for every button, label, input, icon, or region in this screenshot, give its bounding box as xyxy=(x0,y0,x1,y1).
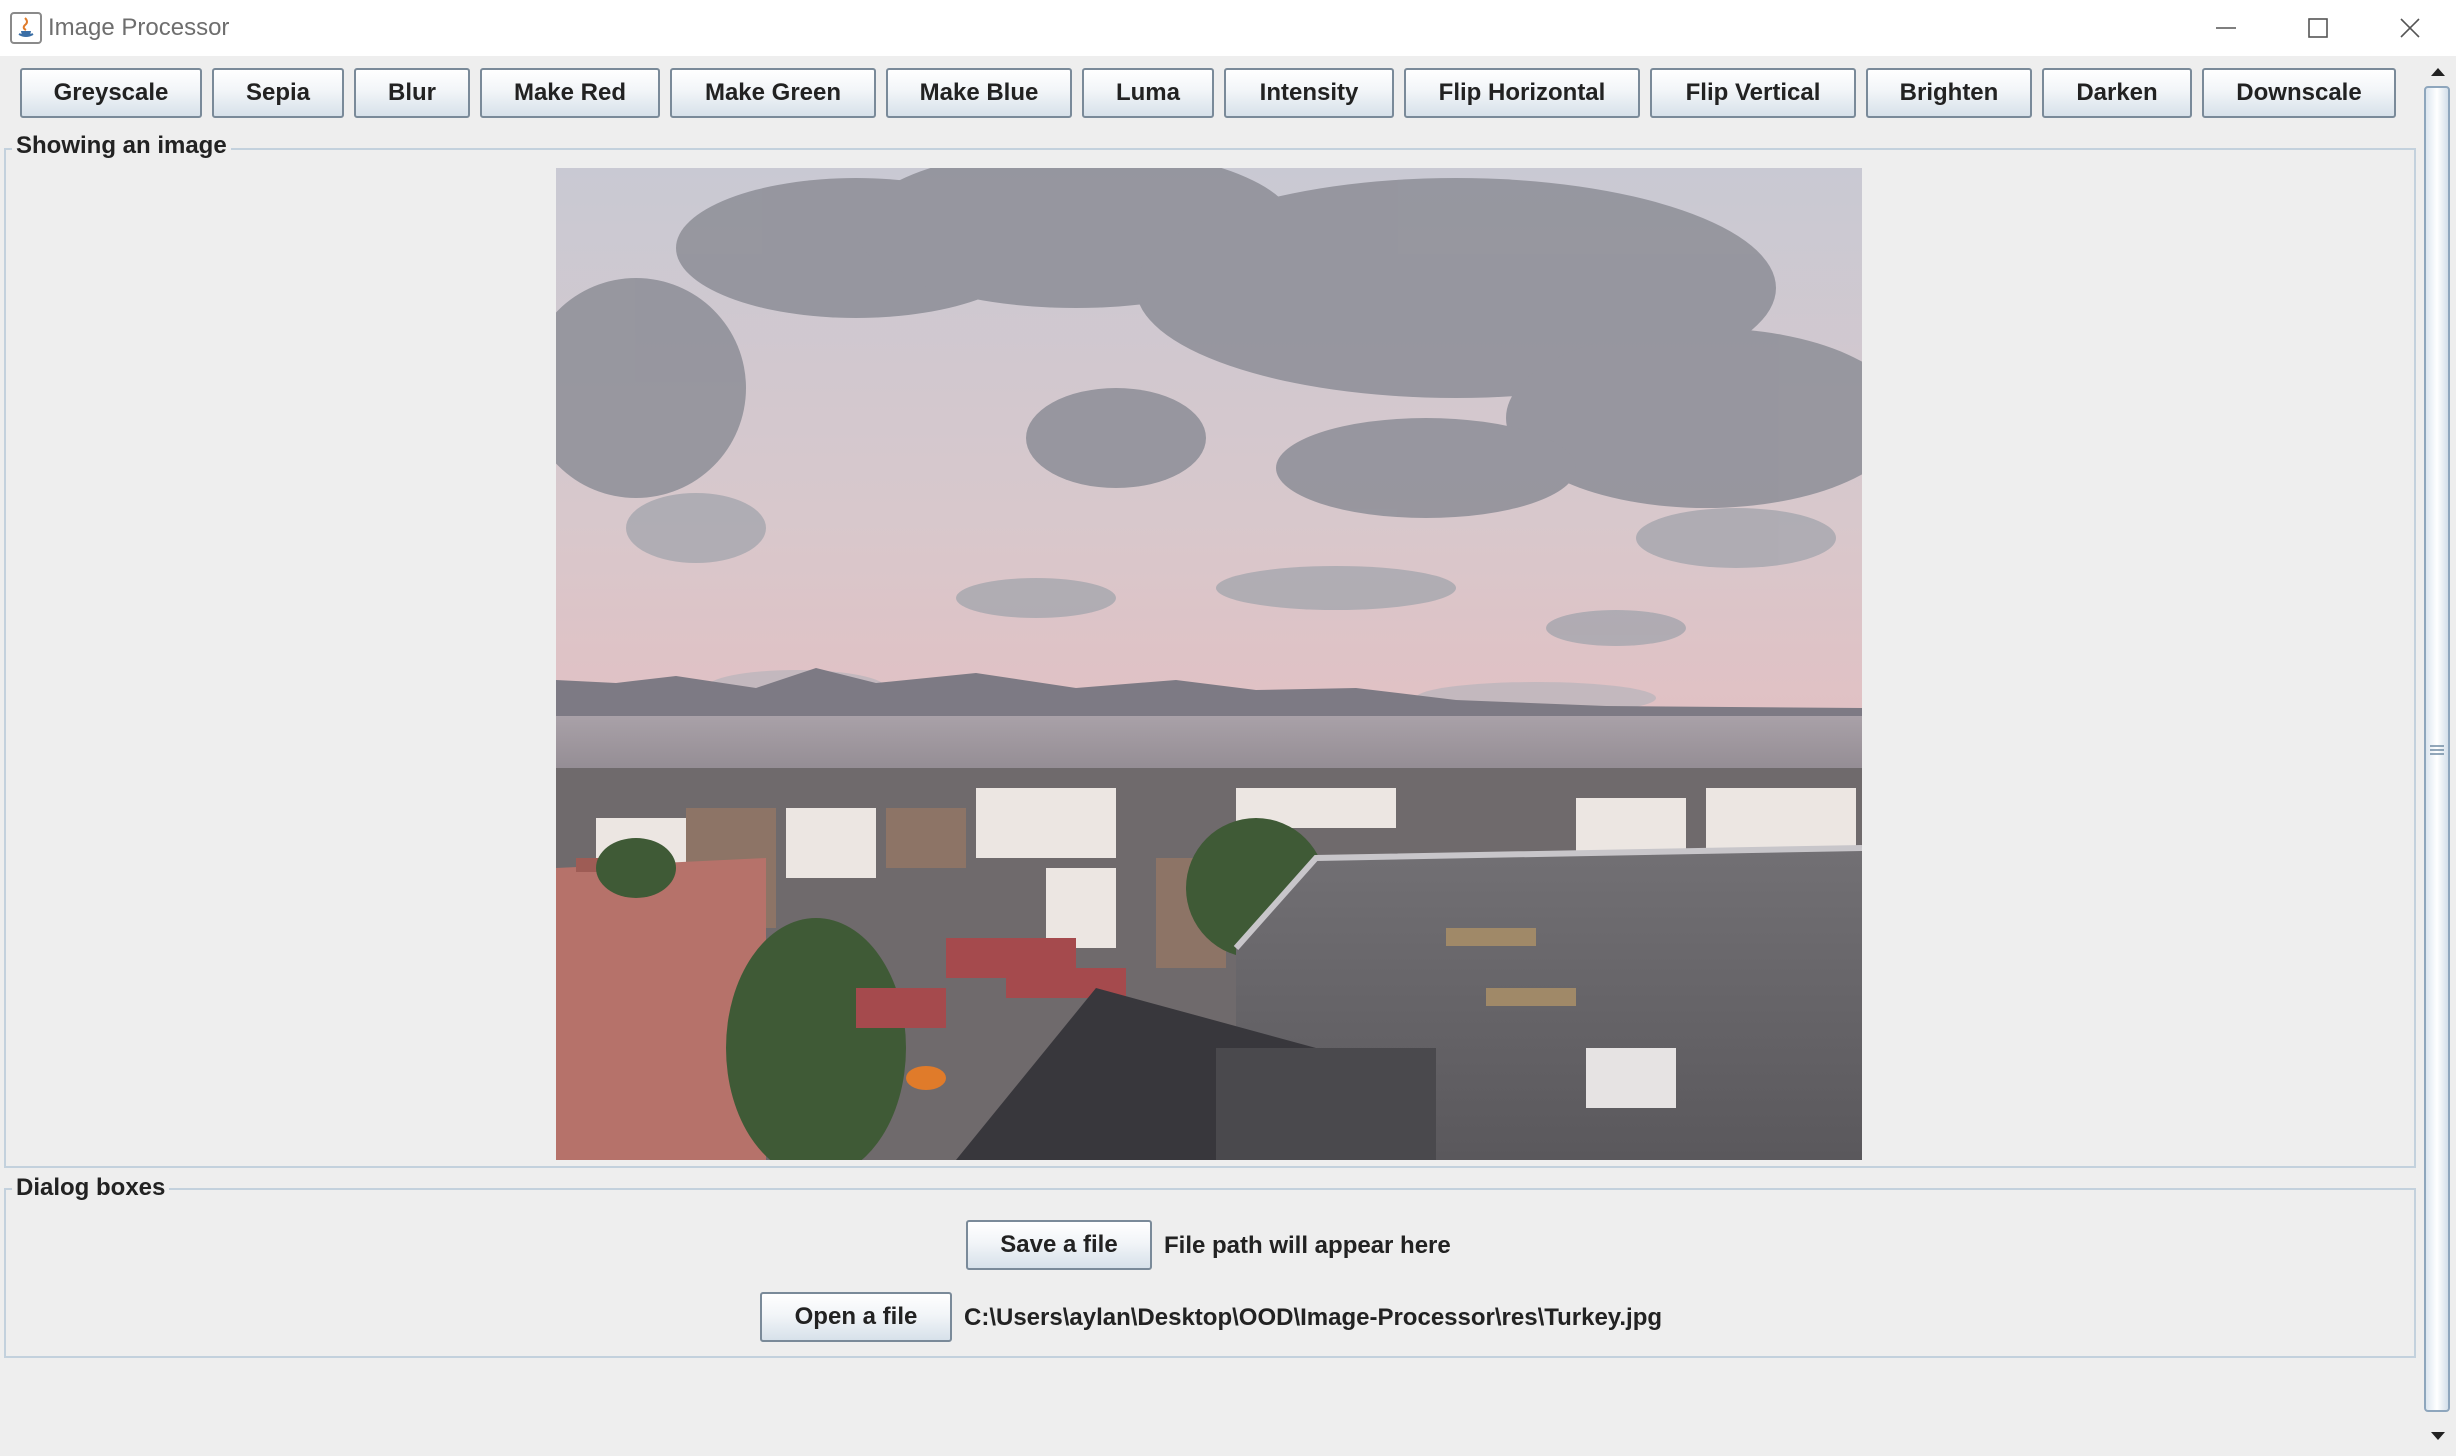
vertical-scrollbar[interactable] xyxy=(2420,56,2456,1456)
save-path-text: File path will appear here xyxy=(1164,1232,1451,1259)
sepia-button[interactable]: Sepia xyxy=(212,68,344,118)
filter-toolbar: Greyscale Sepia Blur Make Red Make Green… xyxy=(0,56,2420,144)
save-file-button[interactable]: Save a file xyxy=(966,1220,1152,1270)
dialog-panel xyxy=(4,1188,2416,1358)
make-green-button[interactable]: Make Green xyxy=(670,68,876,118)
make-red-button[interactable]: Make Red xyxy=(480,68,660,118)
open-file-button[interactable]: Open a file xyxy=(760,1292,952,1342)
downscale-button[interactable]: Downscale xyxy=(2202,68,2396,118)
displayed-image xyxy=(556,168,1862,1160)
brighten-button[interactable]: Brighten xyxy=(1866,68,2032,118)
java-app-icon xyxy=(10,12,42,44)
blur-button[interactable]: Blur xyxy=(354,68,470,118)
window-title-bar: Image Processor xyxy=(0,0,2456,56)
cityscape-photo xyxy=(556,168,1862,1160)
luma-button[interactable]: Luma xyxy=(1082,68,1214,118)
close-icon xyxy=(2400,18,2420,38)
make-blue-button[interactable]: Make Blue xyxy=(886,68,1072,118)
flip-vertical-button[interactable]: Flip Vertical xyxy=(1650,68,1856,118)
minimize-button[interactable] xyxy=(2180,0,2272,56)
window-title: Image Processor xyxy=(48,14,230,41)
flip-horizontal-button[interactable]: Flip Horizontal xyxy=(1404,68,1640,118)
greyscale-button[interactable]: Greyscale xyxy=(20,68,202,118)
dialog-panel-title: Dialog boxes xyxy=(12,1174,170,1202)
image-panel-title: Showing an image xyxy=(12,132,231,160)
open-path-text: C:\Users\aylan\Desktop\OOD\Image-Process… xyxy=(964,1304,1663,1331)
darken-button[interactable]: Darken xyxy=(2042,68,2192,118)
intensity-button[interactable]: Intensity xyxy=(1224,68,1394,118)
scroll-up-arrow-icon[interactable] xyxy=(2428,62,2448,82)
scroll-down-arrow-icon[interactable] xyxy=(2428,1426,2448,1446)
scroll-thumb[interactable] xyxy=(2424,86,2450,1412)
maximize-icon xyxy=(2308,18,2328,38)
minimize-icon xyxy=(2216,27,2236,29)
maximize-button[interactable] xyxy=(2272,0,2364,56)
close-button[interactable] xyxy=(2364,0,2456,56)
grip-icon xyxy=(2430,745,2444,755)
